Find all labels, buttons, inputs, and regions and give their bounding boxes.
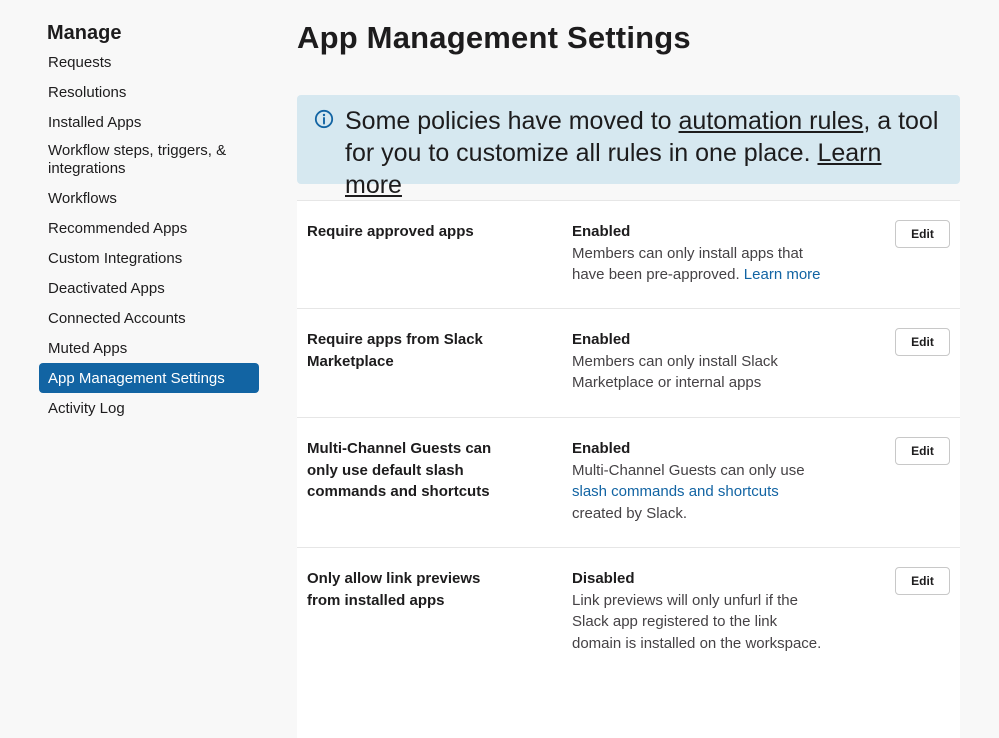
page-title: App Management Settings: [297, 20, 691, 55]
setting-description: Members can only install Slack Marketpla…: [572, 352, 778, 392]
sidebar-item-requests[interactable]: Requests: [39, 47, 259, 77]
setting-description: Link previews will only unfurl if the Sl…: [572, 591, 822, 652]
setting-status: Enabled: [572, 331, 631, 348]
setting-name: Require approved apps: [307, 223, 474, 240]
sidebar-item-app-management-settings[interactable]: App Management Settings: [39, 363, 259, 393]
banner-text-before: Some policies have moved to: [345, 107, 679, 135]
app-page: Manage Requests Resolutions Installed Ap…: [0, 0, 999, 738]
sidebar-title: Manage: [47, 22, 122, 44]
edit-button[interactable]: Edit: [895, 328, 950, 356]
slash-commands-link[interactable]: slash commands and shortcuts: [572, 483, 779, 500]
setting-status-block: Enabled Members can only install Slack M…: [572, 329, 822, 394]
sidebar-item-muted-apps[interactable]: Muted Apps: [39, 333, 259, 363]
setting-name: Multi-Channel Guests can only use defaul…: [307, 440, 492, 500]
setting-status-block: Enabled Multi-Channel Guests can only us…: [572, 438, 822, 524]
setting-status-block: Enabled Members can only install apps th…: [572, 221, 822, 286]
sidebar-list: Requests Resolutions Installed Apps Work…: [39, 47, 259, 423]
setting-description: Multi-Channel Guests can only use: [572, 461, 805, 479]
sidebar-item-deactivated-apps[interactable]: Deactivated Apps: [39, 273, 259, 303]
edit-button[interactable]: Edit: [895, 220, 950, 248]
sidebar-item-installed-apps[interactable]: Installed Apps: [39, 107, 259, 137]
banner-text: Some policies have moved to automation r…: [345, 105, 945, 201]
setting-name: Require apps from Slack Marketplace: [307, 331, 483, 370]
info-icon: [314, 109, 334, 129]
settings-list: Require approved apps Enabled Members ca…: [297, 200, 960, 738]
sidebar-item-resolutions[interactable]: Resolutions: [39, 77, 259, 107]
info-banner: Some policies have moved to automation r…: [297, 95, 960, 199]
sidebar-item-connected-accounts[interactable]: Connected Accounts: [39, 303, 259, 333]
sidebar: Manage Requests Resolutions Installed Ap…: [0, 0, 270, 738]
sidebar-item-workflows[interactable]: Workflows: [39, 183, 259, 213]
edit-button[interactable]: Edit: [895, 437, 950, 465]
learn-more-link[interactable]: Learn more: [744, 266, 821, 283]
edit-button[interactable]: Edit: [895, 567, 950, 595]
setting-row-require-approved-apps: Require approved apps Enabled Members ca…: [297, 200, 960, 308]
sidebar-item-recommended-apps[interactable]: Recommended Apps: [39, 213, 259, 243]
setting-status-block: Disabled Link previews will only unfurl …: [572, 568, 822, 654]
setting-status: Enabled: [572, 223, 631, 240]
setting-status: Enabled: [572, 440, 631, 457]
setting-row-require-marketplace-apps: Require apps from Slack Marketplace Enab…: [297, 308, 960, 417]
sidebar-item-workflow-steps[interactable]: Workflow steps, triggers, & integrations: [39, 137, 259, 183]
automation-rules-link[interactable]: automation rules: [679, 107, 864, 135]
setting-status: Disabled: [572, 570, 635, 587]
setting-description-end: created by Slack.: [572, 504, 688, 522]
sidebar-item-activity-log[interactable]: Activity Log: [39, 393, 259, 423]
main-content: App Management Settings Some policies ha…: [297, 0, 961, 738]
setting-row-multi-channel-guests: Multi-Channel Guests can only use defaul…: [297, 417, 960, 547]
setting-name: Only allow link previews from installed …: [307, 570, 481, 609]
sidebar-item-custom-integrations[interactable]: Custom Integrations: [39, 243, 259, 273]
setting-row-link-previews: Only allow link previews from installed …: [297, 547, 960, 738]
